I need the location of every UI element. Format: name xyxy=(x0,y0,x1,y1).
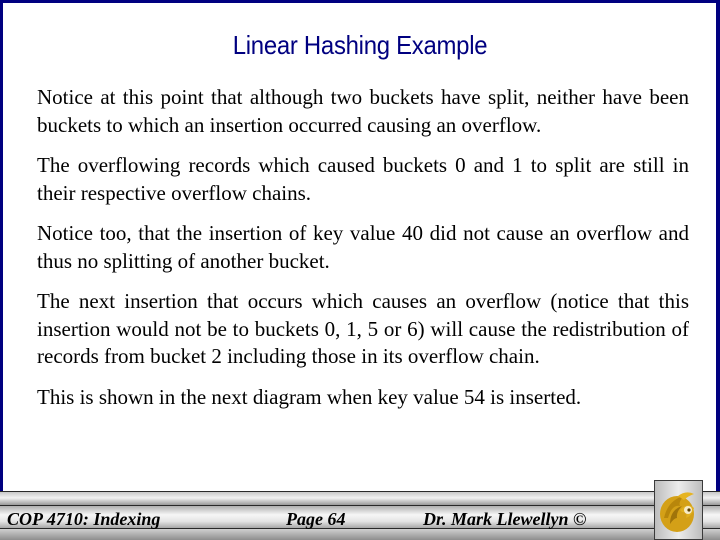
paragraph-5: This is shown in the next diagram when k… xyxy=(37,384,582,409)
footer-author: Dr. Mark Llewellyn © xyxy=(423,509,587,529)
paragraph-2: The overflowing records which caused buc… xyxy=(37,153,689,205)
paragraph-4: The next insertion that occurs which cau… xyxy=(37,289,689,368)
footer-band-top xyxy=(0,491,720,505)
paragraph-1: Notice at this point that although two b… xyxy=(37,85,689,137)
slide-title: Linear Hashing Example xyxy=(232,30,488,60)
slide-body: Notice at this point that although two b… xyxy=(37,84,689,424)
paragraph-3: Notice too, that the insertion of key va… xyxy=(37,221,689,273)
logo-box xyxy=(654,480,703,540)
footer-course: COP 4710: Indexing xyxy=(7,509,161,529)
pegasus-logo-icon xyxy=(660,492,694,532)
footer-page-number: Page 64 xyxy=(286,509,346,529)
